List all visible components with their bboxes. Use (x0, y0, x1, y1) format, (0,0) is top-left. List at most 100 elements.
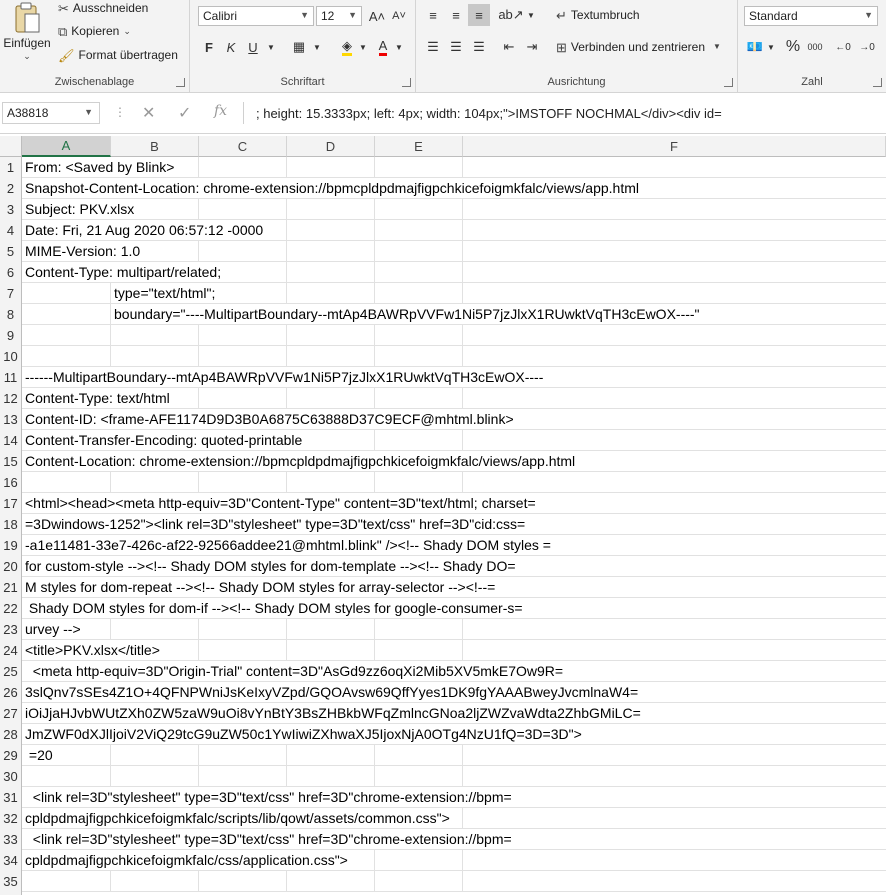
table-row[interactable]: 30 (0, 766, 886, 787)
table-row[interactable]: 23 urvey --> (0, 619, 886, 640)
row-header[interactable]: 6 (0, 262, 22, 283)
align-right-button[interactable]: ☰ (468, 36, 490, 58)
column-header-b[interactable]: B (111, 136, 199, 157)
table-row[interactable]: 3 Subject: PKV.xlsx (0, 199, 886, 220)
bold-button[interactable]: F (198, 36, 220, 58)
row-header[interactable]: 34 (0, 850, 22, 871)
enter-icon[interactable]: ✓ (178, 103, 191, 123)
cell-value[interactable]: <meta http-equiv=3D"Origin-Trial" conten… (25, 661, 566, 681)
cell-value[interactable]: <html><head><meta http-equiv=3D"Content-… (25, 493, 538, 513)
cell-value[interactable]: Content-Location: chrome-extension://bpm… (25, 451, 578, 471)
row-header[interactable]: 11 (0, 367, 22, 388)
table-row[interactable]: 15 Content-Location: chrome-extension://b… (0, 451, 886, 472)
table-row[interactable]: 24 <title>PKV.xlsx</title> (0, 640, 886, 661)
chevron-down-icon[interactable]: ▼ (84, 107, 93, 117)
table-row[interactable]: 2 Snapshot-Content-Location: chrome-exten… (0, 178, 886, 199)
cell-value[interactable]: iOiJjaHJvbWUtZXh0ZW5zaW9uOi8vYnBtY3BsZHB… (25, 703, 643, 723)
table-row[interactable]: 7 type="text/html"; (0, 283, 886, 304)
font-dialog-launcher[interactable] (402, 78, 411, 87)
cell-value[interactable]: Content-ID: <frame-AFE1174D9D3B0A6875C63… (25, 409, 516, 429)
column-header-f[interactable]: F (463, 136, 886, 157)
cell-value[interactable]: JmZWF0dXJlIjoiV2ViQ29tcG9uZW50c1YwIiwiZX… (25, 724, 584, 744)
row-header[interactable]: 8 (0, 304, 22, 325)
merge-center-button[interactable]: ⊞ Verbinden und zentrieren ▼ (556, 40, 721, 54)
row-header[interactable]: 4 (0, 220, 22, 241)
cell-value[interactable]: Shady DOM styles for dom-if --><!-- Shad… (25, 598, 525, 618)
row-header[interactable]: 3 (0, 199, 22, 220)
cancel-icon[interactable]: ✕ (142, 103, 155, 123)
row-header[interactable]: 10 (0, 346, 22, 367)
align-middle-button[interactable]: ≡ (445, 4, 467, 26)
cell-value[interactable]: for custom-style --><!-- Shady DOM style… (25, 556, 518, 576)
table-row[interactable]: 5 MIME-Version: 1.0 (0, 241, 886, 262)
align-center-button[interactable]: ☰ (445, 36, 467, 58)
cell-value[interactable]: <link rel=3D"stylesheet" type=3D"text/cs… (25, 829, 514, 849)
font-size-select[interactable]: 12 ▼ (316, 6, 362, 26)
cell-value[interactable]: type="text/html"; (114, 283, 218, 303)
row-header[interactable]: 5 (0, 241, 22, 262)
table-row[interactable]: 33 <link rel=3D"stylesheet" type=3D"text… (0, 829, 886, 850)
cell-value[interactable]: Content-Type: multipart/related; (25, 262, 224, 282)
row-header[interactable]: 15 (0, 451, 22, 472)
increase-indent-button[interactable]: ⇥ (521, 36, 543, 58)
row-header[interactable]: 16 (0, 472, 22, 493)
decrease-font-size-button[interactable]: A˅ (388, 5, 410, 27)
cell-value[interactable]: =3Dwindows-1252"><link rel=3D"stylesheet… (25, 514, 528, 534)
decrease-decimal-button[interactable]: →0 (856, 36, 878, 58)
borders-dropdown[interactable]: ▼ (306, 36, 328, 58)
table-row[interactable]: 9 (0, 325, 886, 346)
orientation-dropdown[interactable]: ▼ (520, 4, 542, 26)
cell-value[interactable]: ------MultipartBoundary--mtAp4BAWRpVVFw1… (25, 367, 546, 387)
insert-function-button[interactable]: fx (214, 103, 227, 119)
accounting-format-dropdown[interactable]: ▼ (760, 36, 782, 58)
align-top-button[interactable]: ≡ (422, 4, 444, 26)
wrap-text-button[interactable]: ↵ Textumbruch (556, 8, 640, 22)
fill-color-dropdown[interactable]: ▼ (352, 36, 374, 58)
table-row[interactable]: 35 (0, 871, 886, 892)
align-left-button[interactable]: ☰ (422, 36, 444, 58)
alignment-dialog-launcher[interactable] (724, 78, 733, 87)
font-name-select[interactable]: Calibri ▼ (198, 6, 314, 26)
italic-button[interactable]: K (220, 36, 242, 58)
table-row[interactable]: 25 <meta http-equiv=3D"Origin-Trial" con… (0, 661, 886, 682)
cell-value[interactable]: -a1e11481-33e7-426c-af22-92566addee21@mh… (25, 535, 553, 555)
row-header[interactable]: 29 (0, 745, 22, 766)
row-header[interactable]: 25 (0, 661, 22, 682)
cell-value[interactable]: Subject: PKV.xlsx (25, 199, 137, 219)
spreadsheet-grid[interactable]: A B C D E F 1 From: <Saved by Blink> 2 Snapshot-C… (0, 136, 886, 895)
row-header[interactable]: 9 (0, 325, 22, 346)
chevron-down-icon[interactable]: ⌄ (23, 52, 31, 61)
row-header[interactable]: 24 (0, 640, 22, 661)
column-header-c[interactable]: C (199, 136, 287, 157)
copy-button[interactable]: ⧉ Kopieren ⌄ (58, 24, 131, 38)
row-header[interactable]: 2 (0, 178, 22, 199)
table-row[interactable]: 32 cpldpdmajfigpchkicefoigmkfalc/scripts/… (0, 808, 886, 829)
cell-value[interactable]: Content-Type: text/html (25, 388, 172, 408)
table-row[interactable]: 14 Content-Transfer-Encoding: quoted-prin… (0, 430, 886, 451)
chevron-down-icon[interactable]: ⌄ (123, 26, 131, 36)
table-row[interactable]: 34 cpldpdmajfigpchkicefoigmkfalc/css/appl… (0, 850, 886, 871)
row-header[interactable]: 20 (0, 556, 22, 577)
font-color-dropdown[interactable]: ▼ (388, 36, 410, 58)
percent-style-button[interactable]: % (782, 36, 804, 58)
row-header[interactable]: 33 (0, 829, 22, 850)
name-box[interactable]: A38818 ▼ (2, 102, 100, 124)
format-painter-button[interactable]: 🖌 Format übertragen (58, 48, 178, 62)
row-header[interactable]: 1 (0, 157, 22, 178)
formula-input[interactable]: ; height: 15.3333px; left: 4px; width: 1… (243, 102, 886, 124)
cell-value[interactable]: cpldpdmajfigpchkicefoigmkfalc/scripts/li… (25, 808, 452, 828)
table-row[interactable]: 28 JmZWF0dXJlIjoiV2ViQ29tcG9uZW50c1YwIiwi… (0, 724, 886, 745)
column-header-a[interactable]: A (22, 136, 111, 157)
row-header[interactable]: 17 (0, 493, 22, 514)
table-row[interactable]: 4 Date: Fri, 21 Aug 2020 06:57:12 -0000 (0, 220, 886, 241)
orientation-button[interactable]: ab↗ (498, 4, 523, 26)
row-header[interactable]: 12 (0, 388, 22, 409)
clipboard-dialog-launcher[interactable] (176, 78, 185, 87)
column-header-e[interactable]: E (375, 136, 463, 157)
table-row[interactable]: 31 <link rel=3D"stylesheet" type=3D"text… (0, 787, 886, 808)
select-all-button[interactable] (0, 136, 22, 157)
cell-value[interactable]: urvey --> (25, 619, 83, 639)
row-header[interactable]: 28 (0, 724, 22, 745)
cell-value[interactable]: M styles for dom-repeat --><!-- Shady DO… (25, 577, 498, 597)
cut-button[interactable]: ✂ Ausschneiden (58, 1, 148, 15)
